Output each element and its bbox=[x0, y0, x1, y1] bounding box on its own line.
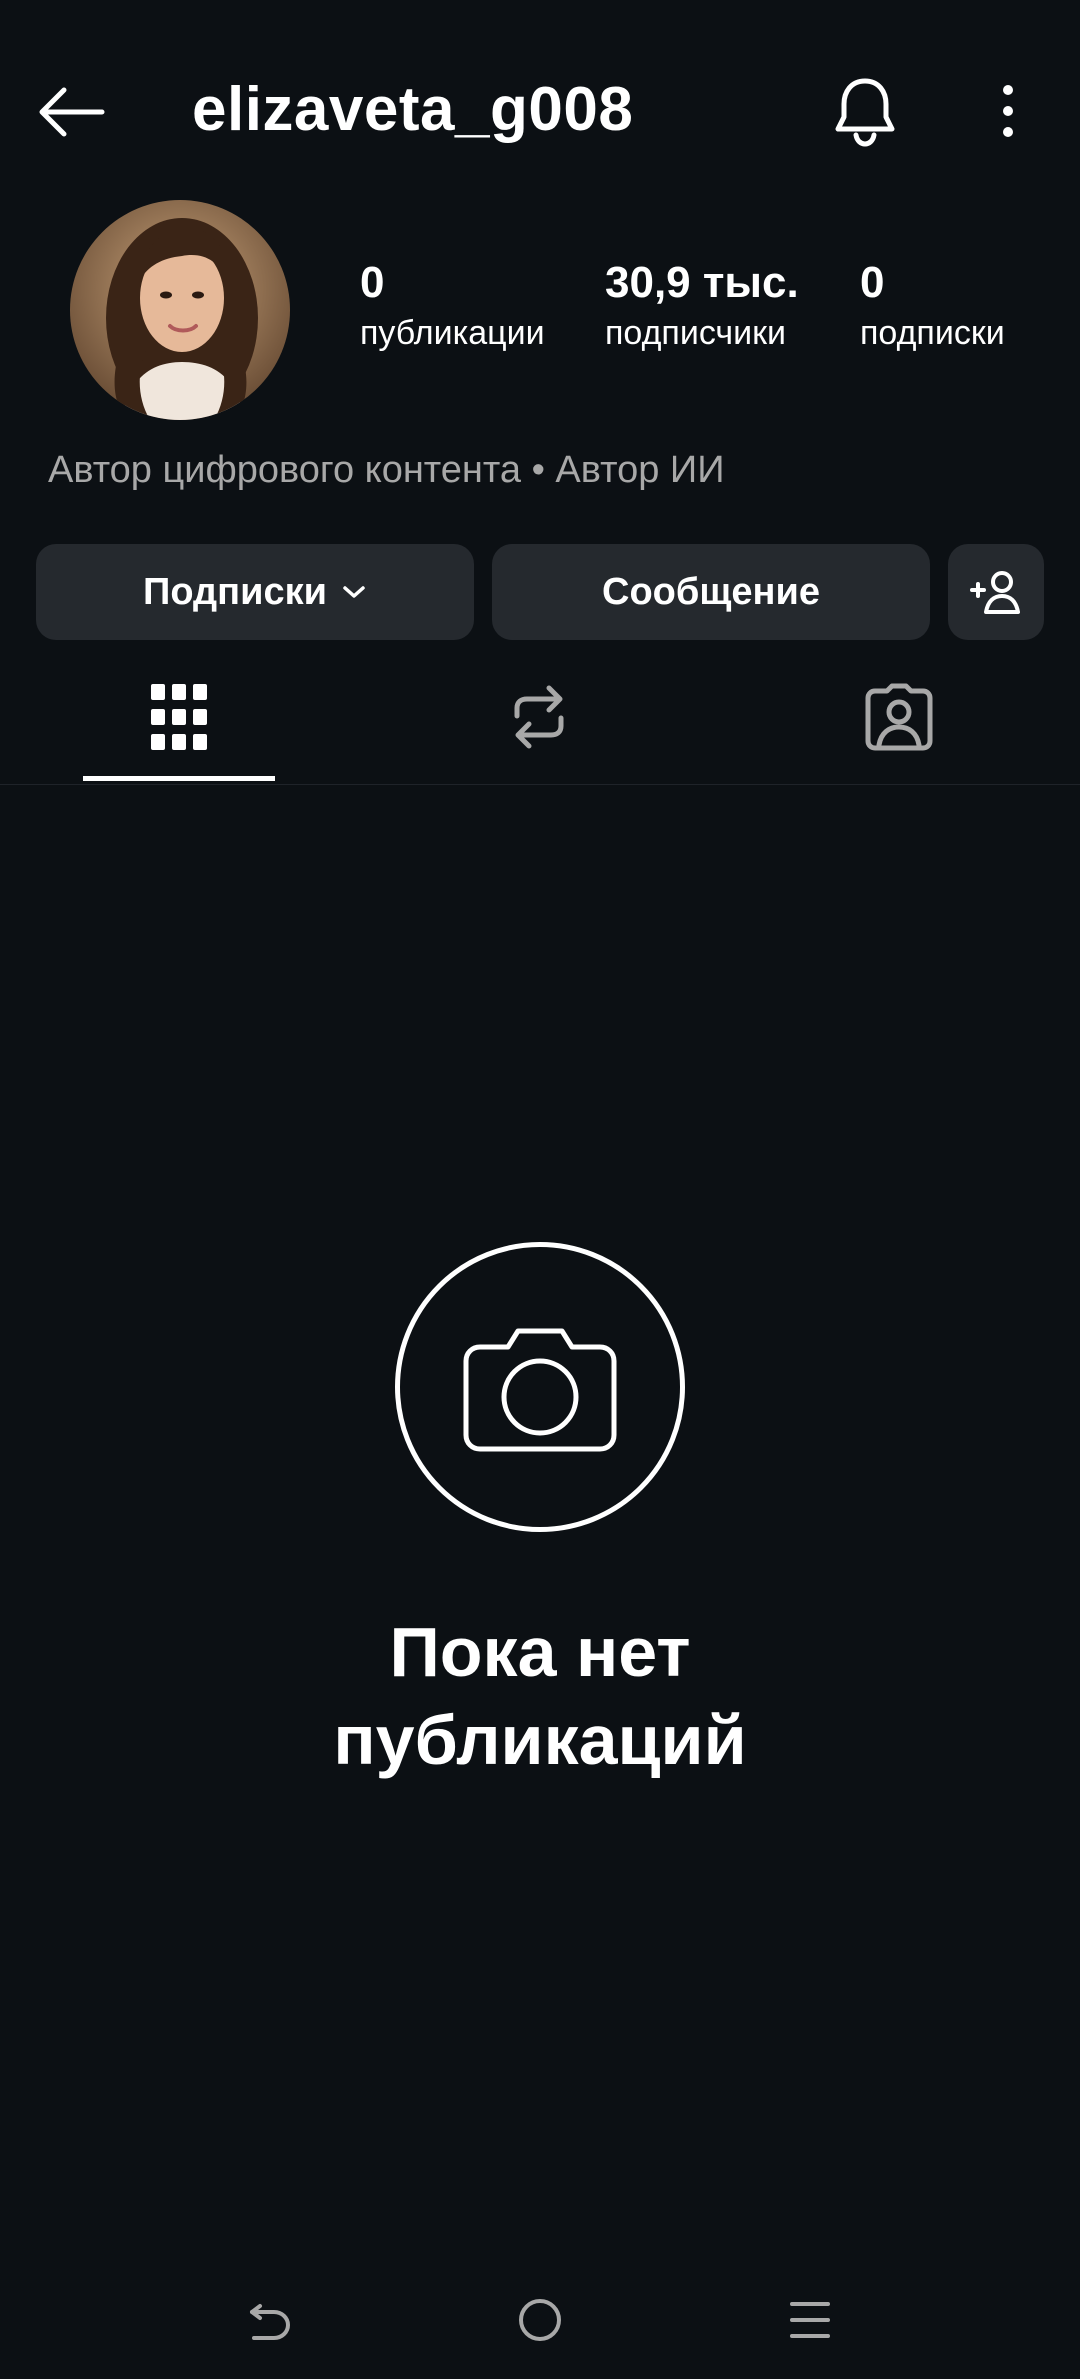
camera-icon bbox=[463, 1328, 617, 1452]
empty-state-title: Пока нет публикаций bbox=[333, 1613, 747, 1779]
chevron-down-icon bbox=[341, 584, 367, 600]
message-button[interactable]: Сообщение bbox=[492, 544, 930, 640]
bell-icon bbox=[835, 78, 895, 147]
system-recents-button[interactable] bbox=[770, 2290, 850, 2350]
stat-followers[interactable]: 30,9 тыс. подписчики bbox=[605, 255, 799, 355]
followers-count: 30,9 тыс. bbox=[605, 258, 799, 307]
profile-username: elizaveta_g008 bbox=[192, 75, 634, 144]
more-vertical-icon bbox=[1003, 85, 1013, 137]
system-home-button[interactable] bbox=[500, 2290, 580, 2350]
following-label: подписки bbox=[860, 314, 1005, 352]
add-user-icon bbox=[970, 571, 1020, 614]
tagged-person-icon bbox=[865, 683, 933, 751]
notifications-button[interactable] bbox=[820, 66, 910, 156]
grid-icon bbox=[151, 684, 207, 750]
stat-following[interactable]: 0 подписки bbox=[860, 255, 1005, 355]
system-back-button[interactable] bbox=[230, 2290, 310, 2350]
system-back-icon bbox=[250, 2304, 291, 2340]
top-bar: elizaveta_g008 bbox=[0, 40, 1080, 180]
active-tab-indicator bbox=[83, 776, 275, 781]
system-recents-icon bbox=[790, 2302, 830, 2338]
following-count: 0 bbox=[860, 258, 885, 307]
posts-label: публикации bbox=[360, 314, 545, 352]
followers-label: подписчики bbox=[605, 314, 787, 352]
system-home-icon bbox=[519, 2299, 561, 2341]
stat-posts[interactable]: 0 публикации bbox=[360, 255, 545, 355]
profile-bio: Автор цифрового контента • Автор ИИ bbox=[48, 449, 725, 491]
repost-icon bbox=[514, 685, 564, 749]
suggested-users-button[interactable] bbox=[948, 544, 1044, 640]
back-button[interactable] bbox=[28, 70, 112, 154]
profile-avatar[interactable] bbox=[70, 200, 290, 420]
following-button-label: Подписки bbox=[143, 570, 327, 613]
tab-posts-grid[interactable] bbox=[83, 650, 275, 784]
avatar-image bbox=[70, 200, 290, 420]
empty-state-camera bbox=[395, 1242, 685, 1532]
following-button[interactable]: Подписки bbox=[36, 544, 474, 640]
message-button-label: Сообщение bbox=[602, 570, 820, 613]
arrow-left-icon bbox=[39, 87, 105, 137]
tab-reposts[interactable] bbox=[443, 650, 635, 784]
system-navigation-bar bbox=[0, 2270, 1080, 2370]
profile-tabs bbox=[0, 650, 1080, 785]
more-options-button[interactable] bbox=[972, 66, 1044, 156]
tab-tagged[interactable] bbox=[803, 650, 995, 784]
posts-count: 0 bbox=[360, 258, 385, 307]
